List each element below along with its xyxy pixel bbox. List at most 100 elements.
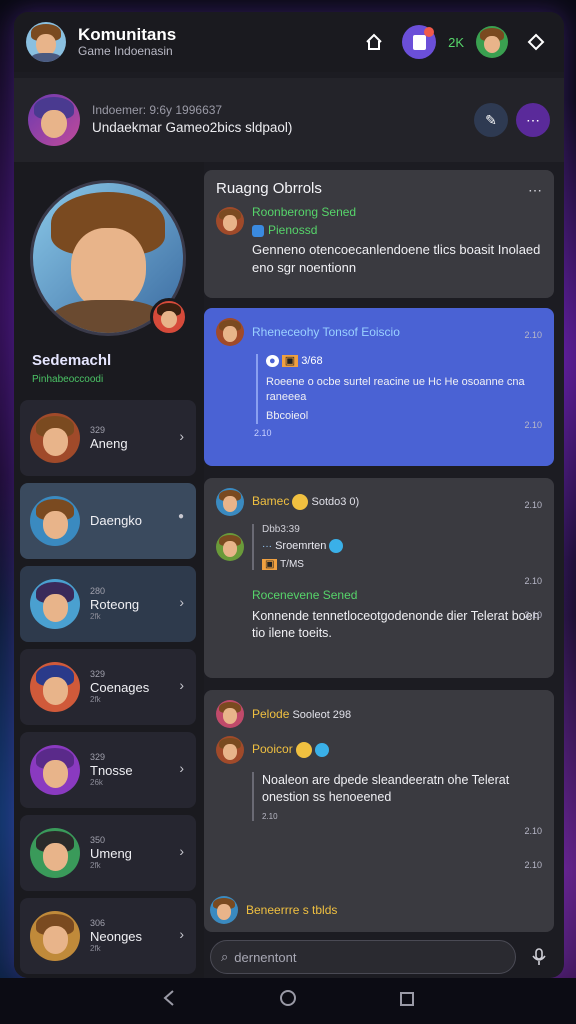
sender-name: Roonberong Sened (252, 205, 357, 219)
pin-icon: ● (266, 355, 279, 367)
sender-avatar (216, 207, 244, 235)
group-banner: Indoemer: 9:6y 1996637 Undaekmar Gameo2b… (14, 78, 564, 162)
message-subtext: Bbcoieol (266, 409, 309, 422)
message-time: 2.10 (254, 428, 272, 438)
sender-avatar (216, 533, 244, 561)
banner-description: Undaekmar Gameo2bics sldpaol) (92, 119, 293, 135)
verified-icon (314, 743, 329, 758)
friend-avatar (30, 745, 80, 795)
sticker-tag: T/MS (280, 559, 304, 570)
sender-name: Rheneceohy Tonsof Eoiscio (252, 325, 400, 339)
back-icon[interactable] (161, 989, 177, 1013)
sender-suffix: Sotdo3 0) (311, 495, 360, 508)
community-avatar[interactable] (26, 22, 66, 62)
sender-name: Rocenevene Sened (252, 588, 358, 602)
friend-sub: 2fk (90, 695, 101, 705)
friend-avatar (30, 911, 80, 961)
chat-room-title: Ruagng Obrrols (216, 180, 322, 197)
friend-item[interactable]: 280 Roteong 2fk › (20, 566, 196, 642)
notification-button[interactable] (402, 25, 437, 59)
sender-avatar (210, 896, 238, 924)
friend-name: Aneng (90, 435, 128, 451)
friend-avatar (30, 413, 80, 463)
check-icon (252, 224, 264, 237)
emoji-icon (295, 742, 312, 759)
recents-icon[interactable] (399, 990, 415, 1013)
chevron-right-icon: › (179, 760, 184, 776)
sticker-icon: ▣ (262, 559, 278, 570)
friend-name: Umeng (90, 845, 132, 861)
input-placeholder: dernentont (234, 949, 297, 965)
community-subtitle: Game Indoenasin (78, 43, 173, 58)
left-panel: Sedemachl Pinhabeoccoodi 329 Aneng › Dae… (14, 162, 204, 978)
media-tag: ● ▣ 3/68 (266, 354, 542, 367)
sender-name: Bamec (252, 493, 290, 508)
friend-item[interactable]: 350 Umeng 2fk › (20, 815, 196, 891)
chevron-right-icon: › (179, 594, 184, 610)
message-text: Konnende tennetloceotgodenonde dier Tele… (252, 609, 540, 640)
message-time: 2.10 (524, 576, 542, 586)
friend-number: 306 (90, 918, 106, 928)
friend-item[interactable]: 329 Aneng › (20, 400, 196, 476)
microphone-icon[interactable] (526, 944, 552, 970)
friend-name: Tnosse (90, 762, 133, 778)
chat-card: Ruagng Obrrols ⋯ Roonberong Sened Pienos… (204, 170, 554, 298)
reply-name: Pienossd (252, 223, 356, 237)
system-navigation-bar (0, 978, 576, 1024)
message-time: 2.10 (524, 860, 542, 870)
member-count: 2K (448, 34, 464, 50)
friend-name: Coenages (90, 679, 150, 695)
group-avatar[interactable] (28, 94, 80, 146)
friend-item[interactable]: 329 Tnosse 26k › (20, 732, 196, 808)
friend-name: Roteong (90, 596, 140, 612)
friend-name: Daengko (90, 513, 143, 529)
tag-icon: ▣ (281, 355, 299, 367)
friend-avatar (30, 662, 80, 712)
friend-avatar (30, 496, 80, 546)
edit-icon[interactable]: ✎ (474, 103, 508, 137)
user-avatar[interactable] (476, 26, 508, 58)
more-options-icon[interactable]: ⋯ (528, 182, 542, 199)
more-icon[interactable]: ⋯ (516, 103, 550, 137)
message-text: Noaleon are dpede sleandeeratn ohe Teler… (262, 773, 510, 804)
verified-icon (329, 539, 344, 553)
message-input[interactable]: ⌕ dernentont (210, 940, 516, 974)
home-icon[interactable] (358, 26, 390, 58)
chevron-right-icon: › (179, 677, 184, 693)
chevron-right-icon: › (179, 428, 184, 444)
sender-name: Beneerrre s tblds (246, 903, 338, 917)
friend-item[interactable]: 306 Neonges 2fk › (20, 898, 196, 974)
friend-item[interactable]: 329 Coenages 2fk › (20, 649, 196, 725)
friend-item-active[interactable]: Daengko ● (20, 483, 196, 559)
reply-meta: Dbb3:39 (262, 524, 300, 535)
friend-avatar (30, 579, 80, 629)
document-icon (412, 34, 426, 50)
chat-panel: Ruagng Obrrols ⋯ Roonberong Sened Pienos… (204, 162, 564, 978)
friend-sub: 2fk (90, 612, 101, 622)
message-time: 2.10 (524, 500, 542, 510)
friend-sub: 2fk (90, 944, 101, 954)
dot-icon: ● (177, 511, 184, 522)
community-title: Komunitans (78, 25, 177, 45)
message-time: 2.10 (262, 811, 278, 821)
friend-sub: 26k (90, 778, 103, 788)
top-bar: Komunitans Game Indoenasin 2K (14, 12, 564, 72)
friend-number: 329 (90, 424, 106, 435)
banner-meta: Indoemer: 9:6y 1996637 (92, 103, 223, 118)
notification-dot (424, 27, 435, 37)
sender-name: Pelode (252, 707, 290, 721)
friend-avatar (30, 828, 80, 878)
sender-avatar (216, 736, 244, 764)
friend-number: 280 (90, 586, 106, 596)
chevron-right-icon: › (179, 843, 184, 859)
message-time: 2.10 (524, 420, 542, 430)
home-circle-icon[interactable] (279, 989, 297, 1013)
sender-suffix: Sooleot 298 (292, 709, 352, 721)
expand-icon[interactable] (520, 26, 552, 58)
chat-card-highlighted: Rheneceohy Tonsof Eoiscio 2.10 ● ▣ 3/68 … (204, 308, 554, 466)
sender-avatar (216, 488, 244, 516)
message-time: 2.10 (524, 330, 542, 340)
chat-card: Bamec Sotdo3 0) 2.10 Dbb3:39 ··· Sroemrt… (204, 478, 554, 678)
friend-name: Neonges (90, 928, 143, 944)
sender-avatar (216, 700, 244, 728)
